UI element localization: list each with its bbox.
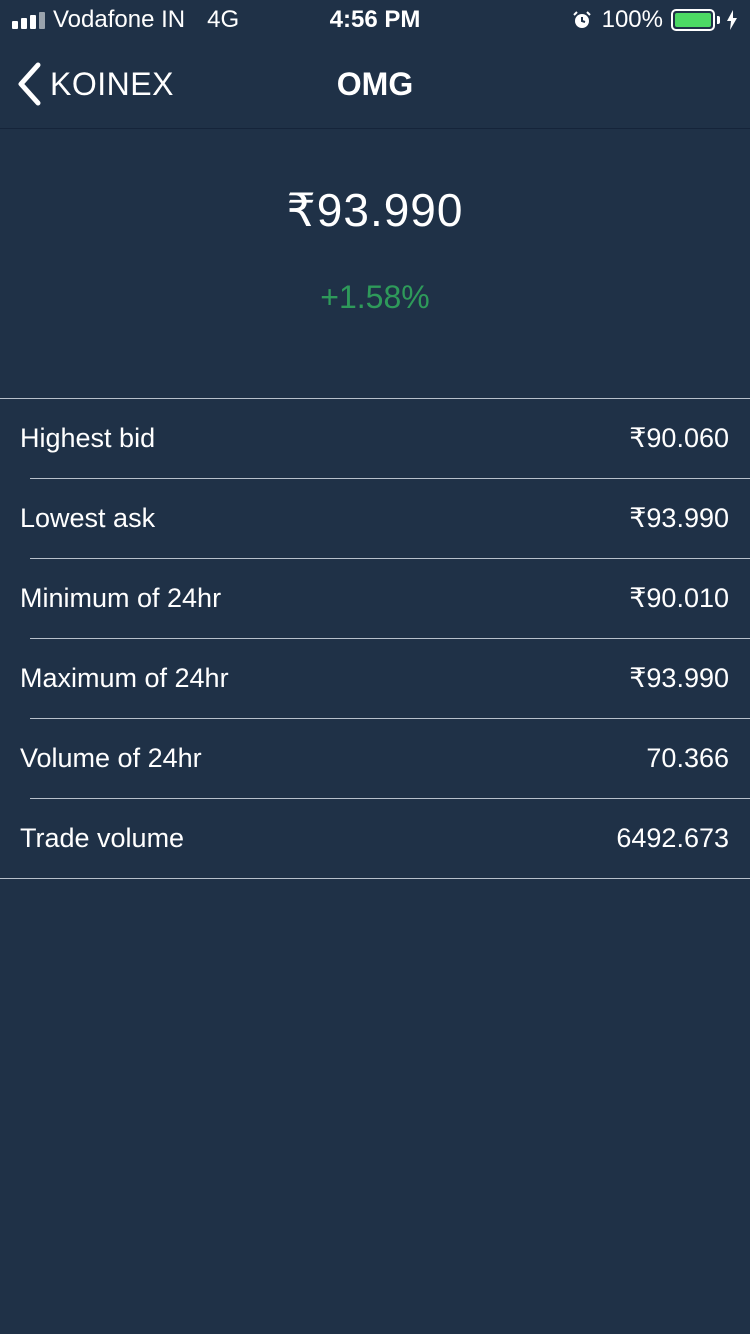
stat-value: ₹90.060 [629, 423, 729, 453]
stat-label: Lowest ask [20, 503, 156, 533]
stat-label: Volume of 24hr [20, 743, 202, 773]
stat-row-maximum-24hr: Maximum of 24hr ₹93.990 [0, 639, 750, 719]
battery-percent: 100% [601, 6, 663, 33]
price-change: +1.58% [320, 279, 430, 315]
charging-bolt-icon [727, 10, 737, 30]
navigation-bar: KOINEX OMG [0, 40, 750, 129]
status-bar: Vodafone IN 4G 4:56 PM 100% [0, 0, 750, 40]
alarm-icon [572, 11, 591, 28]
stat-value: ₹93.990 [629, 503, 729, 533]
stat-label: Minimum of 24hr [20, 583, 222, 613]
status-right: 100% [572, 6, 738, 34]
stat-row-highest-bid: Highest bid ₹90.060 [0, 399, 750, 479]
stat-row-trade-volume: Trade volume 6492.673 [0, 799, 750, 879]
stat-value: ₹90.010 [629, 583, 729, 613]
stat-row-volume-24hr: Volume of 24hr 70.366 [0, 719, 750, 799]
stat-label: Maximum of 24hr [20, 663, 229, 693]
stat-row-lowest-ask: Lowest ask ₹93.990 [0, 479, 750, 559]
stat-value: 70.366 [646, 743, 729, 773]
price-summary: ₹93.990 +1.58% [0, 129, 750, 398]
page-title: OMG [336, 66, 414, 102]
stat-row-minimum-24hr: Minimum of 24hr ₹90.010 [0, 559, 750, 639]
current-price: ₹93.990 [286, 184, 464, 236]
stats-list: Highest bid ₹90.060 Lowest ask ₹93.990 M… [0, 398, 750, 879]
stat-label: Trade volume [20, 823, 185, 853]
stat-value: ₹93.990 [629, 663, 729, 693]
stat-value: 6492.673 [616, 823, 729, 853]
stat-label: Highest bid [20, 423, 156, 453]
battery-icon [671, 9, 720, 31]
row-divider [0, 878, 750, 879]
